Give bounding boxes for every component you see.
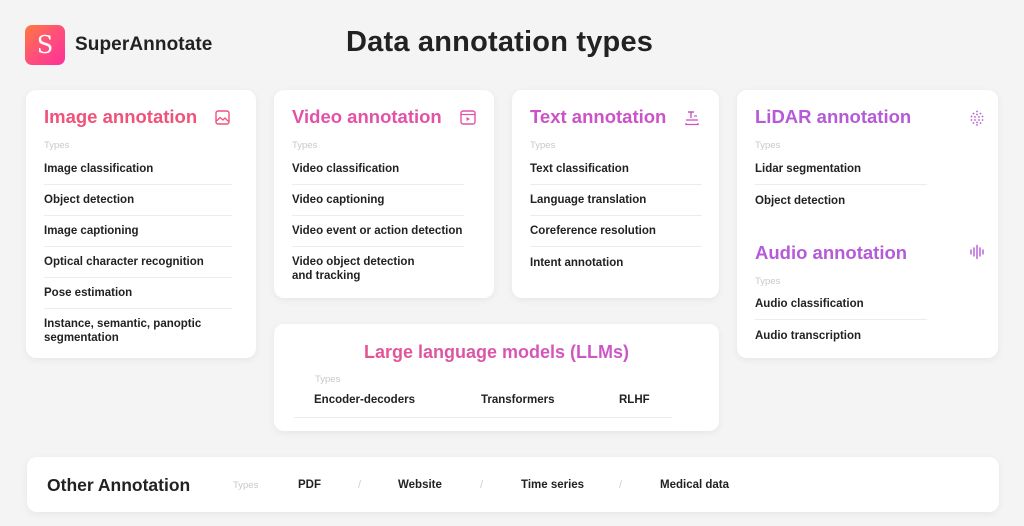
item-list: Lidar segmentation Object detection xyxy=(755,154,927,216)
item-list: Audio classification Audio transcription xyxy=(755,289,927,351)
list-item: Coreference resolution xyxy=(530,216,702,247)
video-annotation-card: Video annotation Types Video classificat… xyxy=(274,90,494,298)
types-label: Types xyxy=(755,140,781,151)
separator: / xyxy=(358,479,362,491)
list-item: Transformers xyxy=(481,394,555,406)
item-list: Video classification Video captioning Vi… xyxy=(292,154,464,291)
card-title: Large language models (LLMs) xyxy=(274,342,719,363)
page-title: Data annotation types xyxy=(346,26,654,58)
types-label: Types xyxy=(755,276,781,287)
item-list: Text classification Language translation… xyxy=(530,154,702,278)
point-cloud-icon xyxy=(969,110,985,126)
list-item: Pose estimation xyxy=(44,278,232,309)
brand-name: SuperAnnotate xyxy=(75,34,213,55)
list-item: Video object detection and tracking xyxy=(292,256,415,282)
card-title: Other Annotation xyxy=(47,475,191,495)
separator: / xyxy=(619,479,623,491)
list-item: Website xyxy=(398,479,442,491)
types-label: Types xyxy=(292,140,318,151)
list-item: Optical character recognition xyxy=(44,247,232,278)
card-title: Image annotation xyxy=(44,106,198,127)
list-item: Image captioning xyxy=(44,216,232,247)
types-label: Types xyxy=(530,140,556,151)
list-item: Image classification xyxy=(44,154,232,185)
list-item: Instance, semantic, panoptic segmentatio… xyxy=(44,318,202,344)
card-title: Audio annotation xyxy=(755,242,908,263)
list-item: Video classification xyxy=(292,154,464,185)
card-title: Text annotation xyxy=(530,106,667,127)
list-item: Encoder-decoders xyxy=(314,394,415,406)
separator: / xyxy=(480,479,484,491)
list-item: RLHF xyxy=(619,394,650,406)
list-item: Medical data xyxy=(660,479,730,491)
llm-card: Large language models (LLMs) Types Encod… xyxy=(274,324,719,431)
video-icon xyxy=(460,110,476,126)
list-item: Lidar segmentation xyxy=(755,154,927,185)
list-item: Text classification xyxy=(530,154,702,185)
types-label: Types xyxy=(233,480,259,491)
list-item: Audio classification xyxy=(755,289,927,320)
list-item: Video captioning xyxy=(292,185,464,216)
list-item: Video event or action detection xyxy=(292,216,464,247)
text-annotation-card: Text annotation Types Text classificatio… xyxy=(512,90,719,298)
list-item: Language translation xyxy=(530,185,702,216)
list-item: PDF xyxy=(298,479,321,491)
image-annotation-card: Image annotation Types Image classificat… xyxy=(26,90,256,358)
item-list: Image classification Object detection Im… xyxy=(44,154,232,353)
text-icon xyxy=(684,110,700,126)
list-item: Audio transcription xyxy=(755,329,862,342)
card-title: LiDAR annotation xyxy=(755,106,912,127)
list-item: Object detection xyxy=(44,185,232,216)
other-annotation-card: Other Annotation Types PDF / Website / T… xyxy=(27,457,999,512)
logo: S SuperAnnotate xyxy=(25,25,212,65)
list-item: Object detection xyxy=(755,194,846,207)
logo-mark: S xyxy=(25,25,65,65)
image-icon xyxy=(215,110,231,126)
waveform-icon xyxy=(969,244,985,260)
card-title: Video annotation xyxy=(292,106,442,127)
list-item: Intent annotation xyxy=(530,256,624,269)
list-item: Time series xyxy=(521,479,585,491)
types-label: Types xyxy=(44,140,70,151)
lidar-audio-card: LiDAR annotation Types Lidar segmentatio… xyxy=(737,90,998,358)
llm-item-row: Encoder-decoders Transformers RLHF xyxy=(294,388,672,418)
types-label: Types xyxy=(315,374,341,385)
